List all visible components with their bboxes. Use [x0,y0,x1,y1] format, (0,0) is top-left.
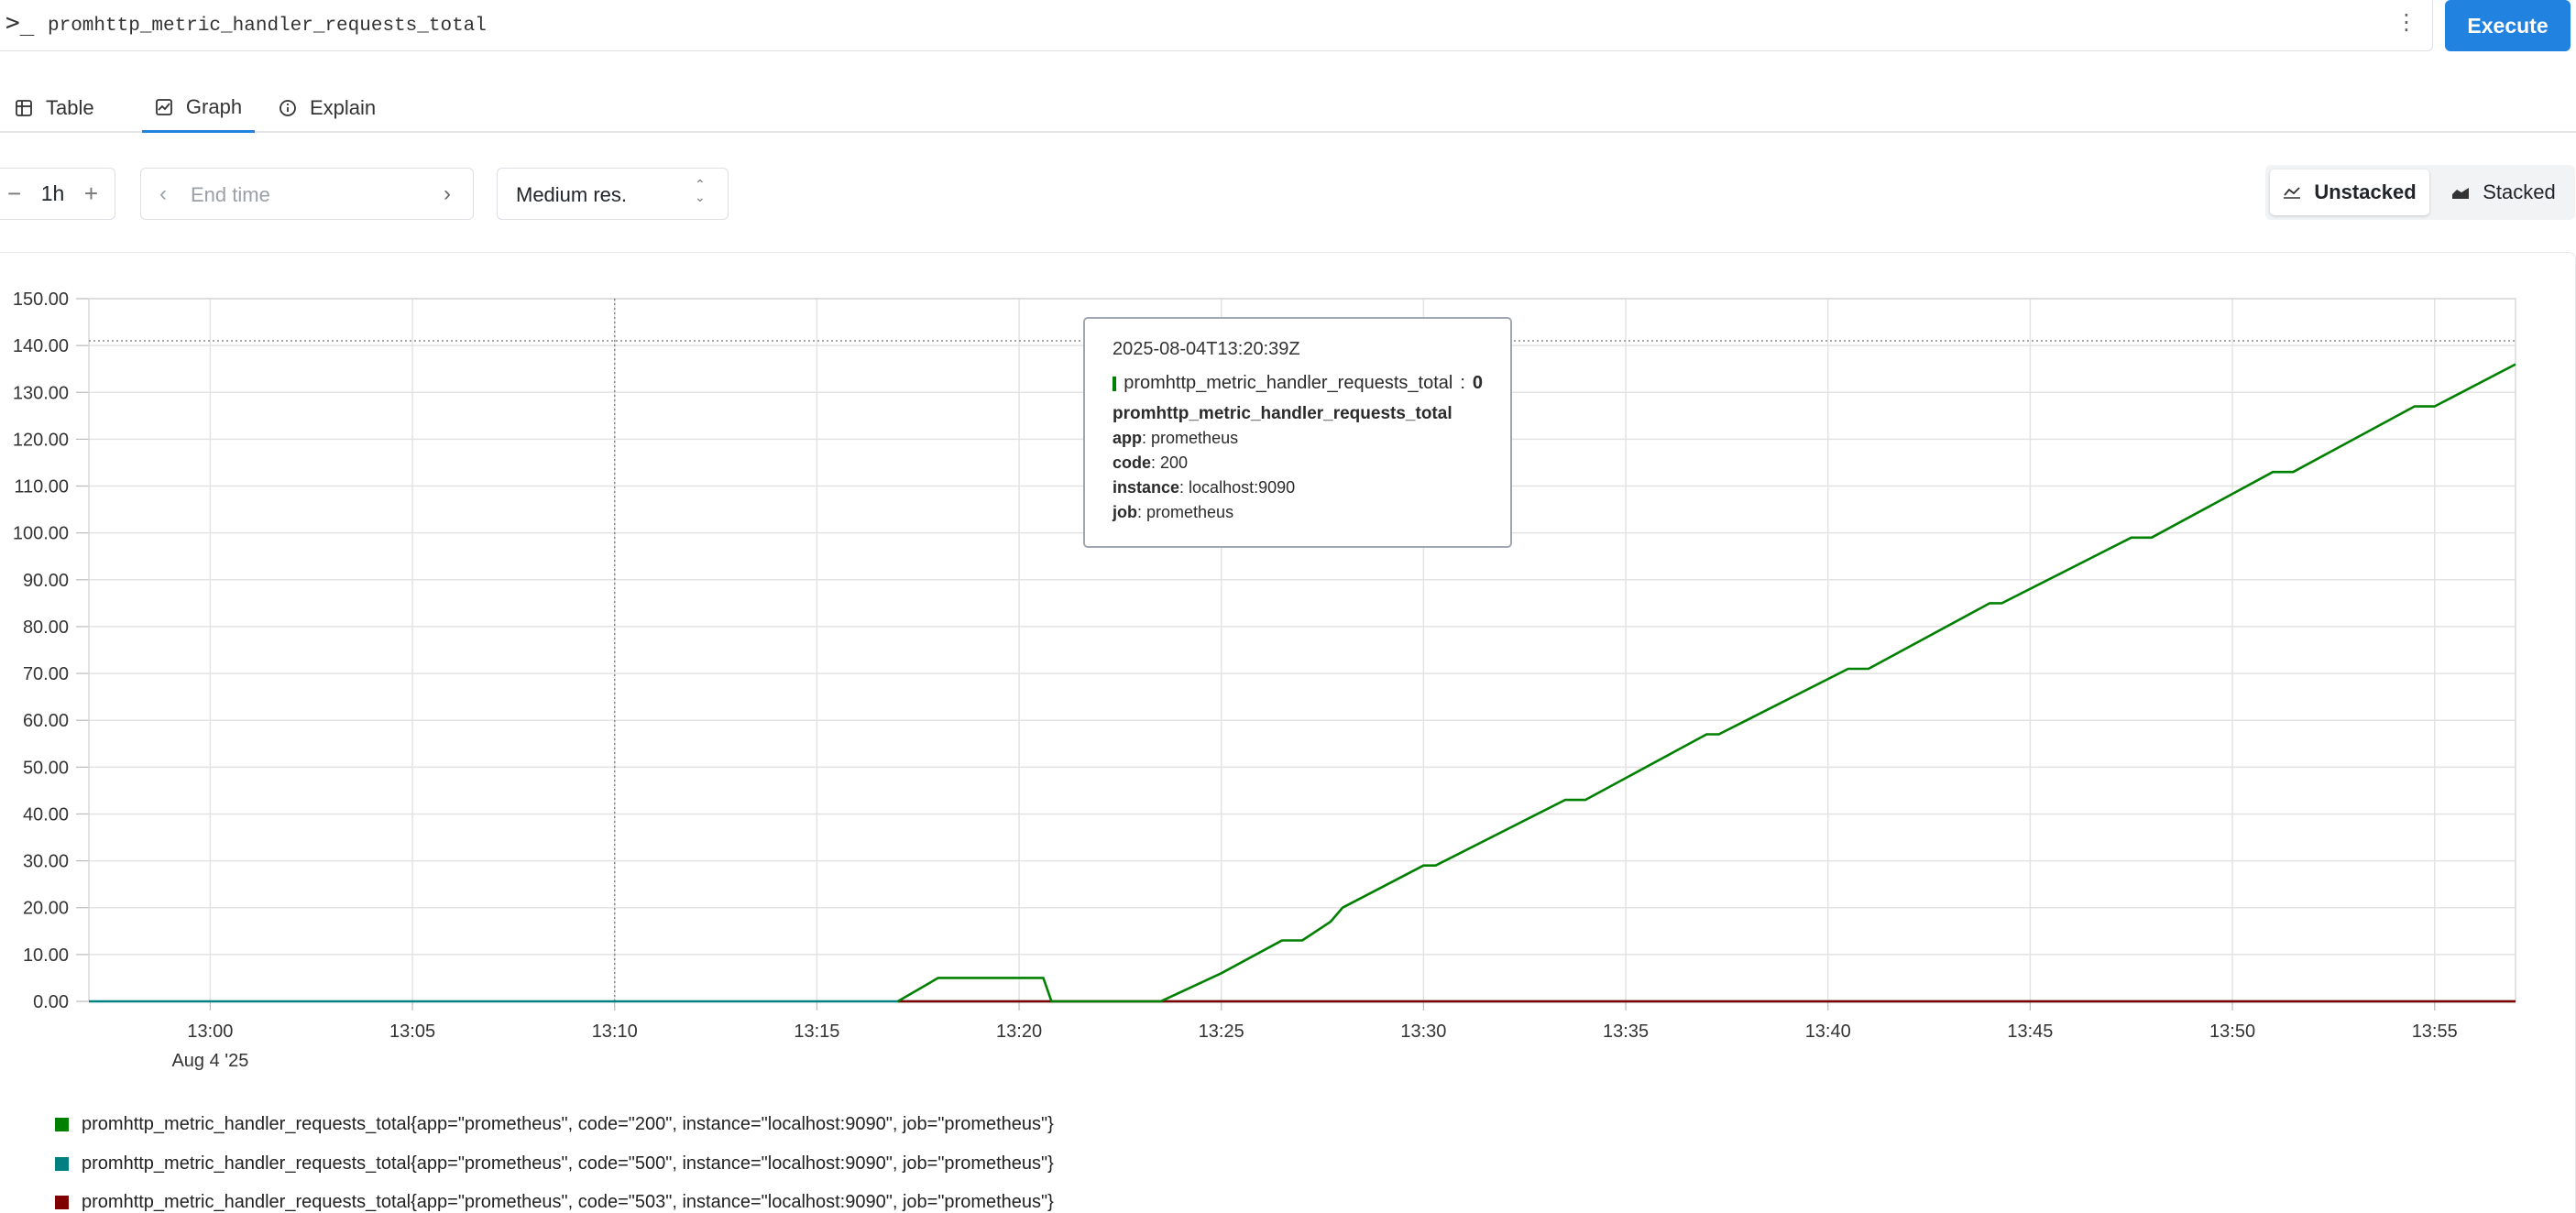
tooltip-label-job: job: prometheus [1113,503,1234,521]
y-tick-label: 150.00 [13,290,69,310]
x-tick-label: 13:45 [2007,1022,2053,1042]
y-tick-label: 50.00 [23,758,69,778]
legend-item[interactable]: promhttp_metric_handler_requests_total{a… [55,1114,1054,1135]
legend-item[interactable]: promhttp_metric_handler_requests_total{a… [55,1153,1054,1175]
x-tick-label: 13:50 [2209,1022,2255,1042]
legend-label: promhttp_metric_handler_requests_total{a… [82,1192,1054,1212]
y-tick-label: 140.00 [13,336,69,356]
y-tick-label: 110.00 [14,477,69,497]
x-date-label: Aug 4 '25 [171,1051,248,1071]
y-tick-label: 100.00 [13,524,69,544]
x-tick-label: 13:05 [389,1022,435,1042]
legend-item[interactable]: promhttp_metric_handler_requests_total{a… [55,1192,1054,1213]
y-tick-label: 30.00 [23,852,69,872]
chart-canvas[interactable]: 0.00 10.00 20.00 30.00 40.00 50.00 60.00 70.00 8… [0,0,2576,1213]
x-tick-label: 13:15 [794,1022,839,1042]
legend-swatch [55,1157,69,1171]
x-tick-label: 13:00 [187,1022,233,1042]
y-tick-label: 70.00 [23,664,69,684]
tooltip-series-name: promhttp_metric_handler_requests_total [1124,373,1453,393]
y-tick-label: 130.00 [13,383,69,403]
legend-swatch [55,1196,69,1209]
legend-label: promhttp_metric_handler_requests_total{a… [82,1114,1054,1134]
series-swatch [1113,376,1117,391]
chart-tooltip: 2025-08-04T13:20:39Z promhttp_metric_han… [1083,317,1512,548]
x-tick-label: 13:30 [1400,1022,1446,1042]
y-tick-label: 40.00 [23,804,69,825]
legend-label: promhttp_metric_handler_requests_total{a… [82,1153,1054,1174]
y-tick-label: 10.00 [23,945,69,966]
x-tick-label: 13:35 [1603,1022,1649,1042]
tooltip-label-instance: instance: localhost:9090 [1113,478,1296,497]
y-tick-label: 80.00 [23,617,69,638]
y-tick-label: 20.00 [23,899,69,919]
y-tick-label: 120.00 [13,430,69,450]
y-tick-label: 60.00 [23,711,69,731]
y-tick-label: 0.00 [33,992,69,1012]
tooltip-time: 2025-08-04T13:20:39Z [1113,339,1300,359]
y-tick-label: 90.00 [23,571,69,591]
x-tick-label: 13:20 [996,1022,1042,1042]
x-tick-label: 13:55 [2412,1022,2458,1042]
tooltip-value: 0 [1472,373,1483,393]
x-tick-label: 13:10 [592,1022,638,1042]
tooltip-label-code: code: 200 [1113,454,1189,472]
tooltip-series: promhttp_metric_handler_requests_total: … [1113,371,1483,396]
x-tick-label: 13:40 [1805,1022,1851,1042]
tooltip-label-app: app: prometheus [1113,429,1239,447]
x-tick-label: 13:25 [1199,1022,1244,1042]
legend-swatch [55,1118,69,1131]
tooltip-metric-name: promhttp_metric_handler_requests_total [1113,404,1452,423]
